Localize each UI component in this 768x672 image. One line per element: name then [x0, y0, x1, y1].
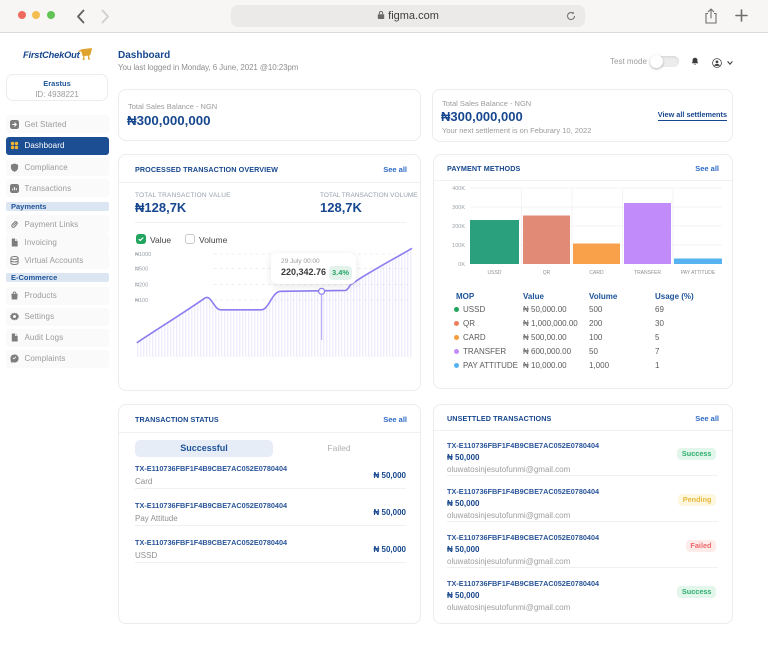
svg-text:TRANSFER: TRANSFER — [634, 270, 661, 276]
svg-text:200K: 200K — [452, 224, 465, 230]
svg-text:300K: 300K — [452, 205, 465, 211]
svg-text:₦200: ₦200 — [135, 283, 148, 289]
svg-text:0K: 0K — [458, 262, 465, 268]
svg-text:₦500: ₦500 — [135, 267, 148, 273]
svg-text:CARD: CARD — [589, 270, 604, 276]
svg-text:₦1000: ₦1000 — [135, 252, 151, 258]
svg-text:PAY ATTITUDE: PAY ATTITUDE — [681, 270, 716, 276]
svg-text:QR: QR — [543, 270, 551, 276]
svg-text:₦100: ₦100 — [135, 298, 148, 304]
svg-text:USSD: USSD — [488, 270, 502, 276]
svg-text:400K: 400K — [452, 186, 465, 192]
svg-text:100K: 100K — [452, 243, 465, 249]
